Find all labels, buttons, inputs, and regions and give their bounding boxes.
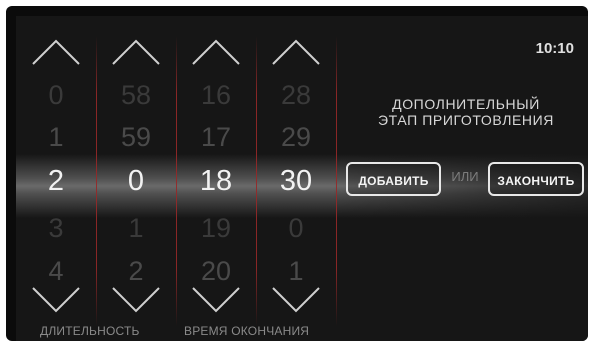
picker-value[interactable]: 2 — [96, 256, 176, 286]
prompt-text: ДОПОЛНИТЕЛЬНЫЙ ЭТАП ПРИГОТОВЛЕНИЯ — [346, 96, 586, 128]
prompt-line-2: ЭТАП ПРИГОТОВЛЕНИЯ — [377, 112, 555, 128]
picker-end-hours[interactable]: 16 17 18 19 20 — [176, 16, 256, 341]
picker-selected-value[interactable]: 0 — [96, 166, 176, 196]
picker-value[interactable]: 3 — [16, 213, 96, 243]
picker-value[interactable]: 17 — [176, 122, 256, 152]
picker-value[interactable]: 59 — [96, 122, 176, 152]
chevron-up-icon[interactable] — [271, 38, 321, 66]
picker-value[interactable]: 1 — [96, 213, 176, 243]
oven-screen: 0 1 2 3 4 58 59 0 1 2 16 17 18 19 20 28 … — [16, 16, 588, 341]
picker-selected-value[interactable]: 18 — [176, 166, 256, 196]
picker-value[interactable]: 19 — [176, 213, 256, 243]
picker-value[interactable]: 0 — [256, 213, 336, 243]
column-divider — [336, 36, 337, 326]
device-bezel: 0 1 2 3 4 58 59 0 1 2 16 17 18 19 20 28 … — [6, 6, 588, 341]
chevron-down-icon[interactable] — [111, 286, 161, 314]
picker-selected-value[interactable]: 2 — [16, 166, 96, 196]
picker-value[interactable]: 28 — [256, 80, 336, 110]
picker-value[interactable]: 0 — [16, 80, 96, 110]
duration-label: ДЛИТЕЛЬНОСТЬ — [40, 324, 140, 338]
picker-end-minutes[interactable]: 28 29 30 0 1 — [256, 16, 336, 341]
picker-duration-hours[interactable]: 0 1 2 3 4 — [16, 16, 96, 341]
picker-value[interactable]: 58 — [96, 80, 176, 110]
picker-value[interactable]: 16 — [176, 80, 256, 110]
picker-value[interactable]: 4 — [16, 256, 96, 286]
prompt-line-1: ДОПОЛНИТЕЛЬНЫЙ — [392, 96, 540, 112]
chevron-up-icon[interactable] — [191, 38, 241, 66]
end-time-label: ВРЕМЯ ОКОНЧАНИЯ — [184, 324, 310, 338]
chevron-down-icon[interactable] — [191, 286, 241, 314]
chevron-down-icon[interactable] — [271, 286, 321, 314]
picker-value[interactable]: 1 — [16, 122, 96, 152]
picker-value[interactable]: 20 — [176, 256, 256, 286]
picker-duration-minutes[interactable]: 58 59 0 1 2 — [96, 16, 176, 341]
chevron-down-icon[interactable] — [31, 286, 81, 314]
clock: 10:10 — [535, 40, 574, 57]
picker-value[interactable]: 1 — [256, 256, 336, 286]
add-button[interactable]: ДОБАВИТЬ — [346, 162, 441, 196]
or-label: ИЛИ — [451, 169, 479, 184]
picker-selected-value[interactable]: 30 — [256, 166, 336, 196]
chevron-up-icon[interactable] — [111, 38, 161, 66]
chevron-up-icon[interactable] — [31, 38, 81, 66]
finish-button[interactable]: ЗАКОНЧИТЬ — [488, 162, 584, 196]
picker-value[interactable]: 29 — [256, 122, 336, 152]
